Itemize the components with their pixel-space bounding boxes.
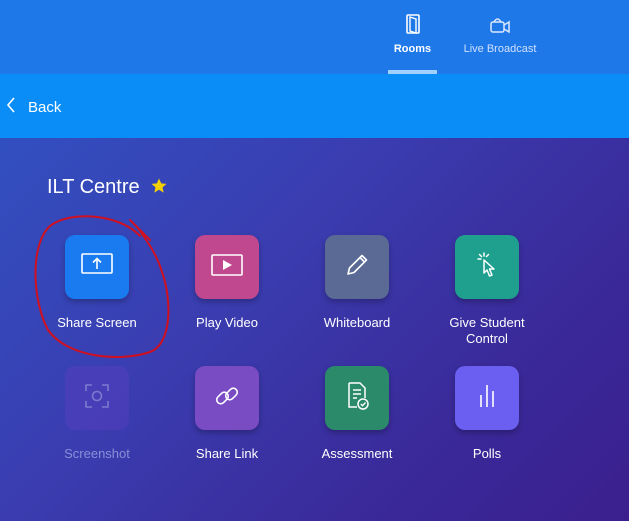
chevron-left-icon bbox=[6, 96, 16, 119]
page-header: ILT Centre bbox=[47, 174, 168, 200]
screenshot-button[interactable]: Screenshot bbox=[42, 366, 152, 462]
share-link-button[interactable]: Share Link bbox=[172, 366, 282, 462]
share-link-label: Share Link bbox=[195, 446, 259, 461]
pointer-click-icon bbox=[472, 249, 502, 286]
bar-chart-icon bbox=[472, 380, 502, 417]
give-student-control-button[interactable]: Give Student Control bbox=[432, 235, 542, 347]
page-title: ILT Centre bbox=[47, 175, 140, 198]
tab-live-broadcast-label: Live Broadcast bbox=[463, 43, 537, 55]
tab-rooms-label: Rooms bbox=[393, 43, 432, 55]
play-video-button[interactable]: Play Video bbox=[172, 235, 282, 331]
screenshot-label: Screenshot bbox=[64, 446, 130, 461]
back-button[interactable]: Back bbox=[6, 94, 61, 120]
whiteboard-button[interactable]: Whiteboard bbox=[302, 235, 412, 331]
give-student-control-tile bbox=[455, 235, 519, 299]
screenshot-icon bbox=[82, 381, 112, 416]
star-icon[interactable] bbox=[150, 177, 168, 200]
video-camera-icon bbox=[489, 12, 511, 36]
share-screen-tile bbox=[65, 235, 129, 299]
screenshot-tile bbox=[65, 366, 129, 430]
back-bar: Back bbox=[0, 74, 629, 138]
polls-tile bbox=[455, 366, 519, 430]
polls-button[interactable]: Polls bbox=[432, 366, 542, 462]
share-screen-button[interactable]: Share Screen bbox=[42, 235, 152, 331]
share-screen-label: Share Screen bbox=[57, 315, 137, 330]
share-screen-icon bbox=[80, 251, 114, 284]
tab-live-broadcast[interactable]: Live Broadcast bbox=[452, 0, 548, 74]
assessment-label: Assessment bbox=[321, 446, 393, 461]
back-label: Back bbox=[28, 98, 62, 116]
top-nav-bar: Rooms Live Broadcast bbox=[0, 0, 629, 74]
polls-label: Polls bbox=[472, 446, 502, 461]
play-video-icon bbox=[210, 252, 244, 283]
whiteboard-label: Whiteboard bbox=[323, 315, 391, 330]
share-link-tile bbox=[195, 366, 259, 430]
assessment-button[interactable]: Assessment bbox=[302, 366, 412, 462]
assessment-icon bbox=[342, 380, 372, 417]
play-video-label: Play Video bbox=[196, 315, 258, 330]
link-icon bbox=[212, 381, 242, 416]
whiteboard-tile bbox=[325, 235, 389, 299]
door-icon bbox=[404, 12, 422, 36]
play-video-tile bbox=[195, 235, 259, 299]
tab-rooms[interactable]: Rooms bbox=[388, 0, 437, 74]
assessment-tile bbox=[325, 366, 389, 430]
give-student-control-label: Give Student Control bbox=[449, 315, 525, 346]
pencil-icon bbox=[342, 250, 372, 285]
